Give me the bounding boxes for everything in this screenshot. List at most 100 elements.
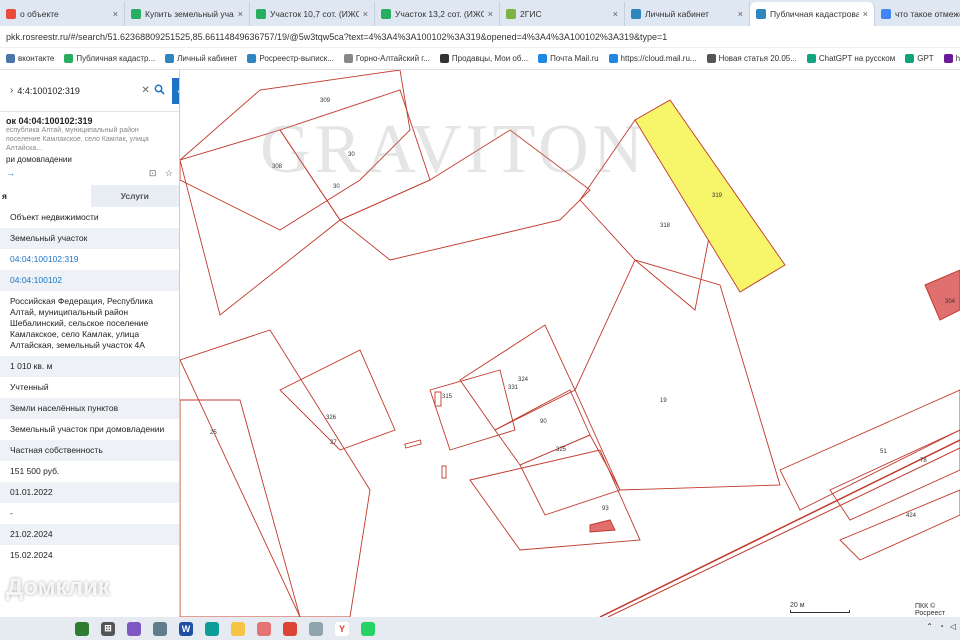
scale-label: 20 м xyxy=(790,602,805,609)
word-icon[interactable]: W xyxy=(179,621,193,636)
explorer-icon[interactable] xyxy=(231,621,245,636)
browser-tab[interactable]: Участок 10,7 сот. (ИЖС) × xyxy=(250,2,375,26)
bookmarks-bar: вконтакте Публичная кадастр... Личный каби… xyxy=(0,48,960,70)
tab-title: Участок 13,2 сот. (ИЖС) xyxy=(395,9,484,19)
tab-title: о объекте xyxy=(20,9,59,19)
attribute-list: Объект недвижимости Земельный участок 04:0… xyxy=(0,207,179,566)
bookmark-item[interactable]: https://cloud.mail.ru... xyxy=(608,54,697,63)
parcel-93 xyxy=(469,449,641,551)
parcel-label: 331 xyxy=(508,385,519,391)
parcel-315 xyxy=(434,391,442,407)
bookmark-label: ChatGPT на русском xyxy=(818,54,896,63)
edge-icon[interactable] xyxy=(205,621,219,636)
task-view-icon[interactable]: ⊞ xyxy=(101,621,115,636)
close-tab-icon[interactable]: × xyxy=(363,9,368,19)
close-tab-icon[interactable]: × xyxy=(488,9,493,19)
bookmark-label: Почта Mail.ru xyxy=(550,54,599,63)
tab-title: Участок 10,7 сот. (ИЖС) xyxy=(270,9,359,19)
info-tabs: я Услуги xyxy=(0,185,179,207)
browser-tab[interactable]: Публичная кадастрова × xyxy=(750,2,875,26)
bookmark-item[interactable]: Личный кабинет xyxy=(165,54,237,63)
close-tab-icon[interactable]: × xyxy=(238,9,243,19)
search-bar: › ✕ xyxy=(0,70,179,112)
road-line-2 xyxy=(607,447,960,617)
map-attribution: ПКК © Росреест xyxy=(915,603,946,617)
browser-tab[interactable]: 2ГИС × xyxy=(500,2,625,26)
bookmark-icon xyxy=(439,54,449,63)
bookmark-item[interactable]: Росреестр-выписк... xyxy=(247,54,334,63)
address-bar[interactable]: pkk.rosreestr.ru/#/search/51.62368809251… xyxy=(0,26,960,48)
chrome-icon[interactable] xyxy=(283,621,297,636)
bookmark-icon xyxy=(343,54,353,63)
parcel-label: 309 xyxy=(320,98,331,104)
bookmark-label: GPT xyxy=(917,54,934,63)
bookmark-icon xyxy=(806,54,816,63)
tab-title: что такое отмежевать - G xyxy=(895,9,960,19)
clear-icon[interactable]: ✕ xyxy=(141,85,149,96)
arrow-right-icon[interactable]: → xyxy=(6,168,15,179)
search-icon[interactable] xyxy=(154,84,165,98)
tab-favicon-icon xyxy=(506,9,516,19)
parcel-label: 93 xyxy=(602,506,609,512)
collapse-panel-button[interactable]: ‹ xyxy=(172,78,179,104)
browser-tab[interactable]: Личный кабинет × xyxy=(625,2,750,26)
yandex-icon[interactable]: Y xyxy=(335,621,349,636)
tab-title: Личный кабинет xyxy=(645,9,709,19)
menu-icon[interactable]: › xyxy=(10,85,13,96)
calculator-icon[interactable] xyxy=(153,621,167,636)
attribute-row[interactable]: 04:04:100102:319 xyxy=(0,249,179,270)
parcel-304 xyxy=(924,269,960,321)
cadastral-map[interactable]: 309 308 30 30 318 319 304 324 331 90 325 19 315 326 27… xyxy=(180,70,960,617)
parcel-label: 315 xyxy=(442,394,453,400)
object-tools: → ⊡ ☆ xyxy=(6,168,173,179)
cadastral-search-input[interactable] xyxy=(17,85,138,96)
close-tab-icon[interactable]: × xyxy=(738,9,743,19)
close-tab-icon[interactable]: × xyxy=(113,9,118,19)
parcel-51 xyxy=(829,429,960,521)
object-header: ок 04:04:100102:319 еспублика Алтай, мун… xyxy=(0,112,179,183)
tab-favicon-icon xyxy=(381,9,391,19)
bookmark-item[interactable]: вконтакте xyxy=(6,54,54,63)
bookmark-item[interactable]: Продавцы, Мои об... xyxy=(439,54,528,63)
volume-icon[interactable]: ◁ xyxy=(950,622,956,631)
parcel-label: 319 xyxy=(712,193,723,199)
bookmark-label: https://m2.ru/ xyxy=(955,54,960,63)
bookmark-item[interactable]: https://m2.ru/ xyxy=(943,54,960,63)
browser-tab[interactable]: Участок 13,2 сот. (ИЖС) × xyxy=(375,2,500,26)
app2-icon[interactable] xyxy=(309,621,323,636)
bookmark-item[interactable]: ChatGPT на русском xyxy=(806,54,896,63)
tab-services[interactable]: Услуги xyxy=(90,185,179,207)
zoom-to-object-icon[interactable]: ⊡ xyxy=(149,168,157,178)
bookmark-item[interactable]: Почта Mail.ru xyxy=(538,54,599,63)
bookmark-item[interactable]: GPT xyxy=(905,54,934,63)
start-icon[interactable] xyxy=(75,621,89,636)
chevron-up-icon[interactable]: ⌃ xyxy=(926,622,933,631)
parcel-label: 424 xyxy=(906,513,917,519)
bookmark-item[interactable]: Горно-Алтайский г... xyxy=(343,54,430,63)
photos-icon[interactable] xyxy=(257,621,271,636)
close-tab-icon[interactable]: × xyxy=(613,9,618,19)
attribute-row: 15.02.2024 xyxy=(10,550,53,560)
wifi-icon[interactable]: ◔ xyxy=(939,622,944,631)
bookmark-item[interactable]: Публичная кадастр... xyxy=(64,54,155,63)
app-icon[interactable] xyxy=(127,621,141,636)
browser-tab[interactable]: что такое отмежевать - G× xyxy=(875,2,960,26)
parcel-331 xyxy=(429,369,516,451)
watermark-text: GRAVITON xyxy=(260,111,648,188)
attribute-row[interactable]: 04:04:100102 xyxy=(0,270,179,291)
browser-tab[interactable]: Купить земельный участ × xyxy=(125,2,250,26)
address-url[interactable]: pkk.rosreestr.ru/#/search/51.62368809251… xyxy=(6,32,667,42)
bookmark-icon xyxy=(64,54,74,63)
parcel-label: 27 xyxy=(330,440,337,446)
bookmark-icon xyxy=(943,54,953,63)
tab-info[interactable]: я xyxy=(0,185,91,207)
browser-tab[interactable]: о объекте × xyxy=(0,2,125,26)
bookmark-item[interactable]: Новая статья 20.05... xyxy=(706,54,797,63)
close-tab-icon[interactable]: × xyxy=(863,9,868,19)
favorite-star-icon[interactable]: ☆ xyxy=(165,168,173,178)
whatsapp-icon[interactable] xyxy=(361,621,375,636)
tab-favicon-icon xyxy=(881,9,891,19)
parcel-label: 19 xyxy=(660,398,667,404)
attribute-row: 151 500 руб. xyxy=(10,466,60,476)
attribute-row: 01.01.2022 xyxy=(0,482,179,503)
